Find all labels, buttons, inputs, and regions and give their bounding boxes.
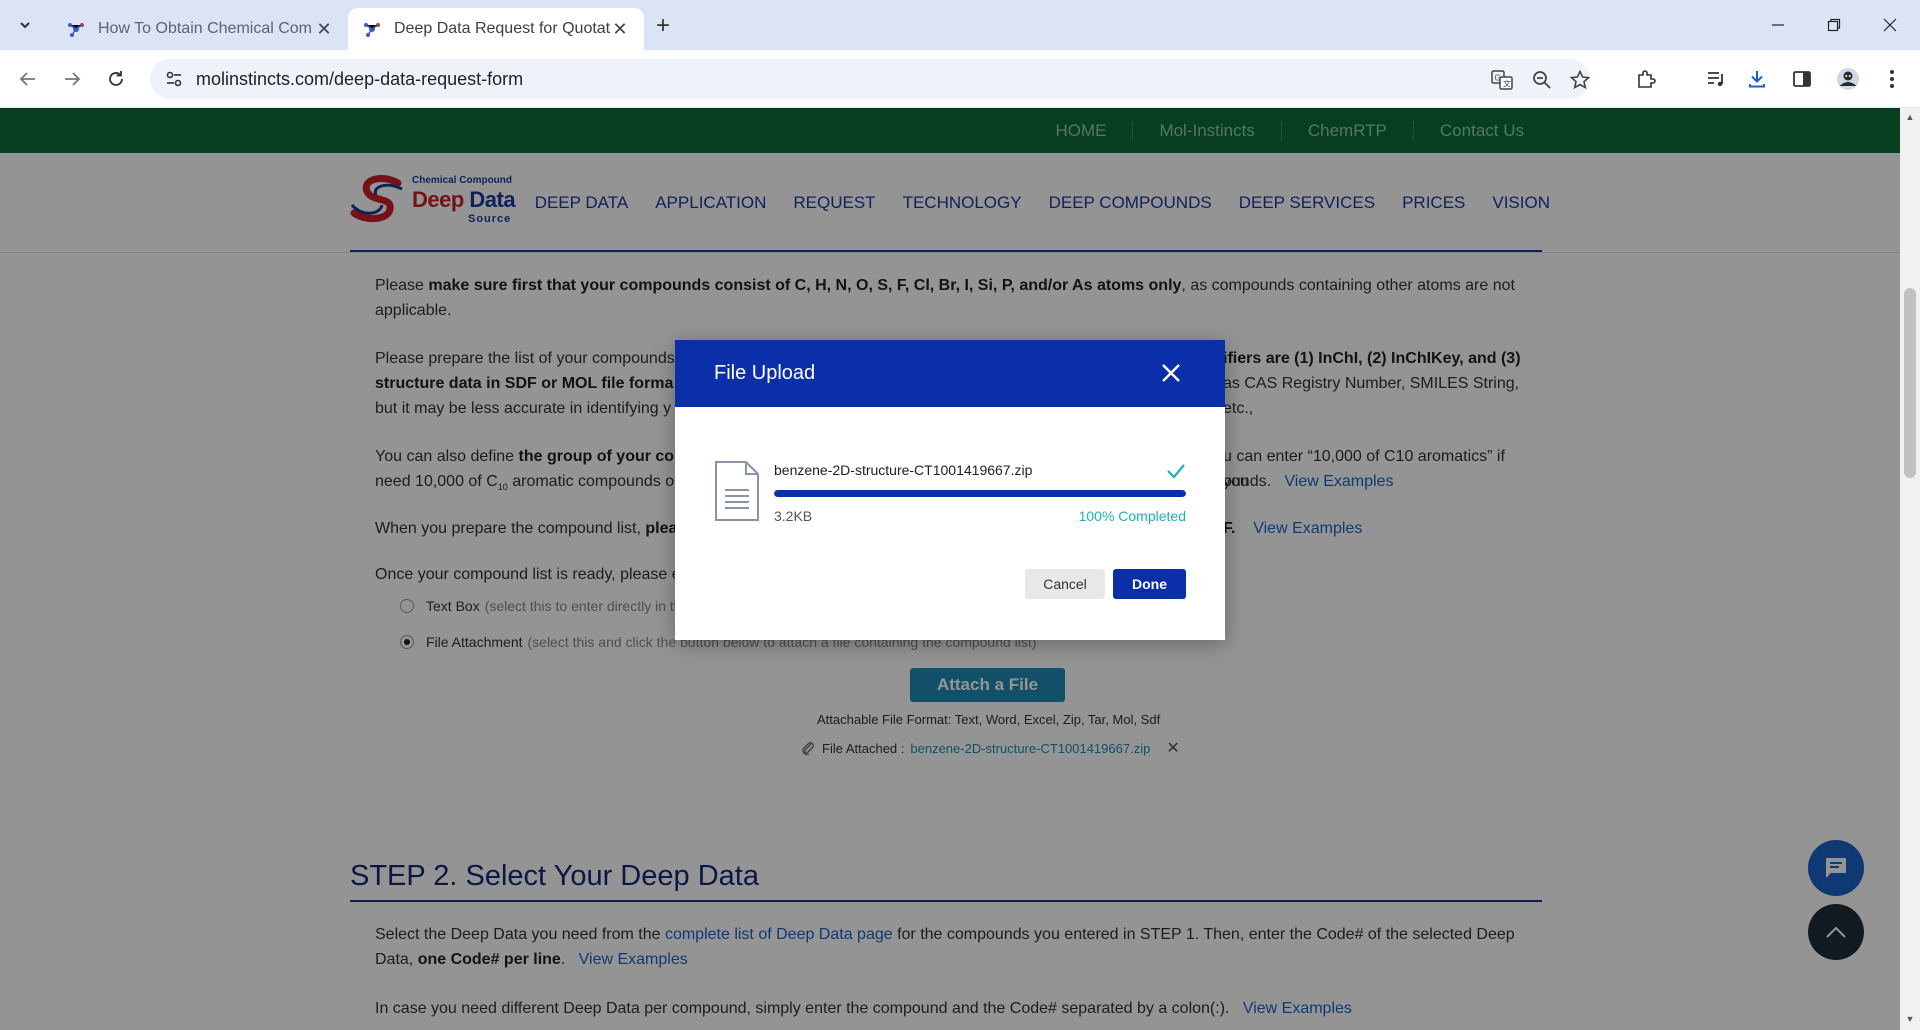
translate-icon[interactable]: G文	[1490, 68, 1514, 92]
media-control-icon[interactable]	[1700, 63, 1732, 95]
arrow-right-icon	[65, 72, 81, 86]
upload-file-size: 3.2KB	[774, 508, 813, 524]
minimize-icon	[1772, 24, 1784, 26]
dialog-title: File Upload	[714, 362, 816, 384]
address-bar[interactable]: molinstincts.com/deep-data-request-form …	[150, 59, 1590, 99]
url-text: molinstincts.com/deep-data-request-form	[196, 69, 524, 89]
web-page: HOME Mol-Instincts ChemRTP Contact Us Ch…	[0, 108, 1900, 1030]
done-button[interactable]: Done	[1113, 569, 1186, 599]
download-icon[interactable]	[1741, 63, 1773, 95]
new-tab-button[interactable]: +	[648, 12, 678, 42]
page-scrollbar[interactable]: ▲ ▼	[1900, 108, 1920, 1030]
upload-file-item: benzene-2D-structure-CT1001419667.zip 3.…	[714, 460, 1186, 530]
reload-button[interactable]	[100, 63, 132, 95]
cancel-button[interactable]: Cancel	[1025, 569, 1105, 599]
chevron-down-icon	[20, 22, 30, 29]
tab-deep-data-request[interactable]: Deep Data Request for Quotat ✕	[348, 8, 644, 50]
reload-icon	[109, 71, 123, 86]
bookmark-star-icon[interactable]	[1568, 68, 1592, 92]
restore-button[interactable]	[1806, 0, 1862, 50]
dialog-close-button[interactable]	[1156, 360, 1186, 388]
molinstincts-favicon-icon	[68, 23, 84, 37]
browser-toolbar: molinstincts.com/deep-data-request-form …	[0, 50, 1920, 108]
tab-title: How To Obtain Chemical Com	[98, 20, 313, 37]
zoom-icon[interactable]	[1530, 68, 1554, 92]
browser-menu-icon[interactable]	[1876, 63, 1908, 95]
site-info-icon[interactable]	[164, 69, 184, 89]
upload-status: 100% Completed	[1078, 508, 1186, 524]
side-panel-icon[interactable]	[1786, 63, 1818, 95]
close-tab-icon[interactable]: ✕	[610, 19, 630, 40]
scroll-up-arrow-icon[interactable]: ▲	[1904, 112, 1916, 124]
scroll-down-arrow-icon[interactable]: ▼	[1904, 1014, 1916, 1026]
svg-text:文: 文	[1503, 79, 1511, 89]
browser-tabbar: How To Obtain Chemical Com ✕ Deep Data R…	[0, 0, 1920, 50]
document-icon	[715, 461, 759, 521]
upload-progress-fill	[774, 490, 1186, 497]
close-icon	[1162, 363, 1180, 382]
close-tab-icon[interactable]: ✕	[314, 19, 334, 40]
checkmark-icon	[1166, 462, 1186, 485]
upload-progress-bar	[774, 490, 1186, 497]
scroll-thumb[interactable]	[1904, 288, 1916, 478]
back-button[interactable]	[12, 63, 44, 95]
upload-filename: benzene-2D-structure-CT1001419667.zip	[774, 462, 1033, 478]
restore-icon	[1827, 18, 1841, 32]
svg-text:G: G	[1495, 74, 1501, 83]
tab-title: Deep Data Request for Quotat	[394, 20, 610, 37]
file-upload-dialog: File Upload benzene-2D-structure-CT10014…	[675, 340, 1225, 640]
close-window-button[interactable]	[1862, 0, 1918, 50]
minimize-button[interactable]	[1750, 0, 1806, 50]
arrow-left-icon	[19, 72, 35, 86]
forward-button[interactable]	[56, 63, 88, 95]
tab-search-button[interactable]	[10, 10, 40, 40]
molinstincts-favicon-icon	[364, 23, 380, 37]
profile-avatar-icon[interactable]	[1832, 63, 1864, 95]
dialog-header: File Upload	[675, 340, 1225, 407]
close-icon	[1883, 18, 1897, 32]
extensions-icon[interactable]	[1630, 63, 1662, 95]
tab-how-to-obtain[interactable]: How To Obtain Chemical Com ✕	[52, 8, 348, 50]
